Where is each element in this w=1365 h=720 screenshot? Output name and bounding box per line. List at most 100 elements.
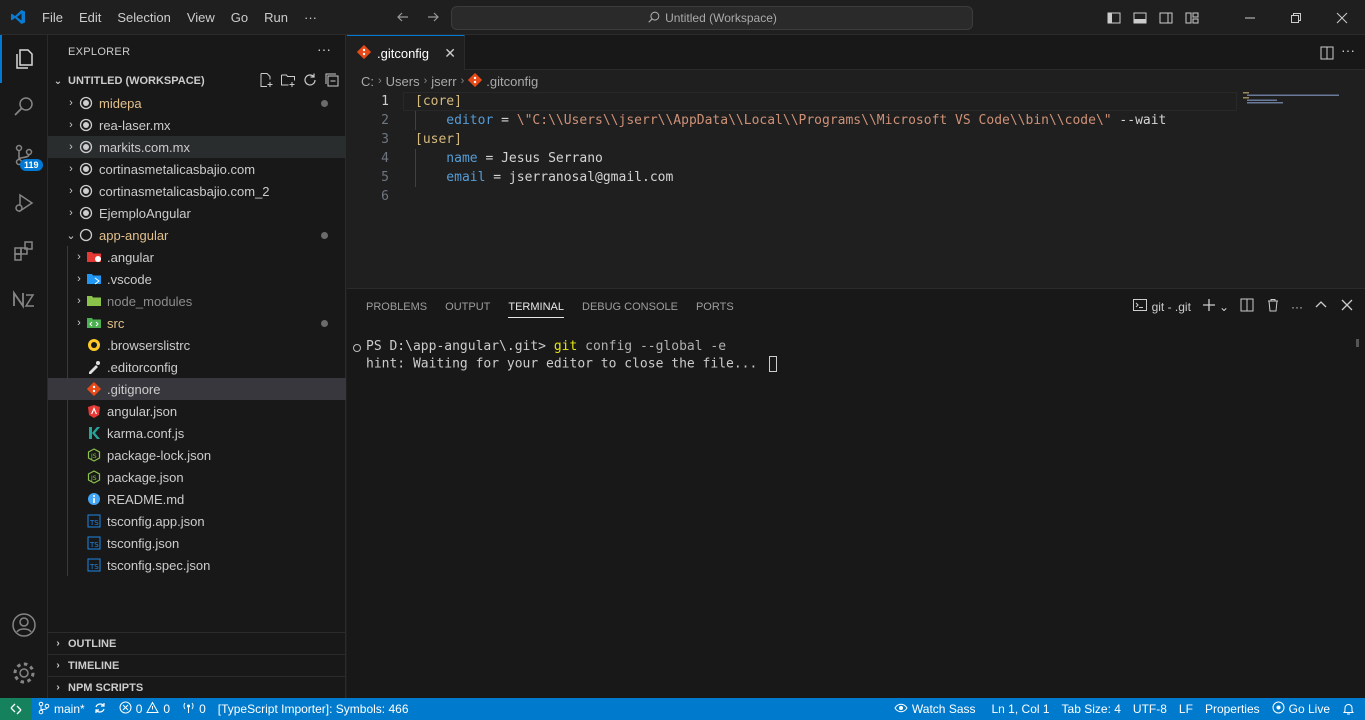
breadcrumb-item[interactable]: C:: [361, 74, 374, 89]
remote-indicator-icon[interactable]: [0, 698, 32, 720]
section-timeline[interactable]: › TIMELINE: [48, 654, 346, 676]
notifications-bell-icon[interactable]: [1336, 698, 1365, 720]
source-control-icon[interactable]: 119: [0, 131, 48, 179]
back-arrow-icon[interactable]: [395, 9, 411, 28]
menu-view[interactable]: View: [179, 10, 223, 25]
split-editor-icon[interactable]: [1319, 45, 1335, 64]
terminal-scrollbar[interactable]: [1356, 339, 1359, 347]
encoding[interactable]: UTF-8: [1127, 698, 1173, 720]
new-file-icon[interactable]: [258, 72, 274, 91]
close-tab-icon[interactable]: ✕: [444, 45, 456, 62]
code-line[interactable]: 3 [user]: [347, 130, 1365, 149]
workspace-header[interactable]: ⌄ UNTITLED (WORKSPACE): [48, 70, 346, 92]
workspace-root-icon: [78, 95, 94, 111]
tree-file-editorconfig[interactable]: .editorconfig: [48, 356, 346, 378]
close-window-icon[interactable]: [1319, 0, 1365, 35]
breadcrumb-item[interactable]: .gitconfig: [486, 74, 538, 89]
menu-file[interactable]: File: [34, 10, 71, 25]
go-live-button[interactable]: Go Live: [1266, 698, 1336, 720]
nx-console-icon[interactable]: [0, 275, 48, 323]
tab-debug-console[interactable]: DEBUG CONSOLE: [573, 289, 687, 324]
tree-folder-cortinas-2[interactable]: › cortinasmetalicasbajio.com_2: [48, 180, 346, 202]
extensions-icon[interactable]: [0, 227, 48, 275]
toggle-panel-icon[interactable]: [1127, 0, 1153, 35]
tree-folder-midepa[interactable]: › midepa: [48, 92, 346, 114]
search-view-icon[interactable]: [0, 83, 48, 131]
tab-size[interactable]: Tab Size: 4: [1056, 698, 1127, 720]
minimize-icon[interactable]: [1227, 0, 1273, 35]
tab-problems[interactable]: PROBLEMS: [357, 289, 436, 324]
run-debug-icon[interactable]: [0, 179, 48, 227]
editor-more-actions[interactable]: ···: [1341, 42, 1355, 58]
tree-file-gitignore[interactable]: .gitignore: [48, 378, 346, 400]
accounts-icon[interactable]: [0, 601, 48, 649]
explorer-more-actions[interactable]: ···: [317, 41, 331, 57]
new-terminal-icon[interactable]: [1201, 297, 1217, 316]
breadcrumb-item[interactable]: Users: [386, 74, 420, 89]
chevron-down-icon[interactable]: ⌄: [1219, 300, 1229, 314]
code-line[interactable]: 5 email = jserranosal@gmail.com: [347, 168, 1365, 187]
menu-selection[interactable]: Selection: [109, 10, 178, 25]
tree-folder-angular[interactable]: › .angular: [48, 246, 346, 268]
tree-file-tsconfig[interactable]: TS tsconfig.json: [48, 532, 346, 554]
code-line[interactable]: 1 [core]: [347, 92, 1365, 111]
language-mode[interactable]: Properties: [1199, 698, 1266, 720]
tab-output[interactable]: OUTPUT: [436, 289, 499, 324]
forward-arrow-icon[interactable]: [425, 9, 441, 28]
close-panel-icon[interactable]: [1339, 297, 1355, 316]
tree-file-readme[interactable]: README.md: [48, 488, 346, 510]
refresh-icon[interactable]: [302, 72, 318, 91]
tree-file-karma[interactable]: karma.conf.js: [48, 422, 346, 444]
code-line[interactable]: 6: [347, 187, 1365, 206]
code-line[interactable]: 4 name = Jesus Serrano: [347, 149, 1365, 168]
trash-icon[interactable]: [1265, 297, 1281, 316]
tree-file-package-json[interactable]: JS package.json: [48, 466, 346, 488]
tree-folder-cortinas[interactable]: › cortinasmetalicasbajio.com: [48, 158, 346, 180]
menu-go[interactable]: Go: [223, 10, 256, 25]
tree-file-tsconfig-spec[interactable]: TS tsconfig.spec.json: [48, 554, 346, 576]
explorer-icon[interactable]: [0, 35, 48, 83]
tree-folder-app-angular[interactable]: ⌄ app-angular: [48, 224, 346, 246]
section-outline[interactable]: › OUTLINE: [48, 632, 346, 654]
tab-ports[interactable]: PORTS: [687, 289, 743, 324]
tree-folder-src[interactable]: › src: [48, 312, 346, 334]
toggle-primary-sidebar-icon[interactable]: [1101, 0, 1127, 35]
menu-more[interactable]: ···: [296, 10, 325, 25]
tree-file-browserslistrc[interactable]: .browserslistrc: [48, 334, 346, 356]
settings-gear-icon[interactable]: [0, 649, 48, 697]
tree-folder-rea-laser[interactable]: › rea-laser.mx: [48, 114, 346, 136]
tab-gitconfig[interactable]: .gitconfig ✕: [347, 35, 465, 70]
customize-layout-icon[interactable]: [1179, 0, 1205, 35]
tree-file-angular-json[interactable]: angular.json: [48, 400, 346, 422]
tree-folder-node-modules[interactable]: › node_modules: [48, 290, 346, 312]
split-terminal-icon[interactable]: [1239, 297, 1255, 316]
watch-sass-button[interactable]: Watch Sass: [888, 698, 982, 720]
restore-icon[interactable]: [1273, 0, 1319, 35]
tree-folder-ejemploangular[interactable]: › EjemploAngular: [48, 202, 346, 224]
maximize-panel-icon[interactable]: [1313, 297, 1329, 316]
end-of-line[interactable]: LF: [1173, 698, 1199, 720]
menu-run[interactable]: Run: [256, 10, 296, 25]
section-npm-scripts[interactable]: › NPM SCRIPTS: [48, 676, 346, 698]
ts-importer-status[interactable]: [TypeScript Importer]: Symbols: 466: [212, 698, 415, 720]
tree-folder-vscode[interactable]: › .vscode: [48, 268, 346, 290]
ports-status[interactable]: 0: [176, 698, 212, 720]
panel-more-actions[interactable]: ···: [1291, 300, 1303, 314]
tree-file-tsconfig-app[interactable]: TS tsconfig.app.json: [48, 510, 346, 532]
command-center-search[interactable]: Untitled (Workspace): [451, 6, 973, 30]
branch-status[interactable]: main*: [32, 698, 113, 720]
code-line[interactable]: 2 editor = \"C:\\Users\\jserr\\AppData\\…: [347, 111, 1365, 130]
tree-folder-markits[interactable]: › markits.com.mx: [48, 136, 346, 158]
minimap[interactable]: [1243, 92, 1343, 104]
toggle-secondary-sidebar-icon[interactable]: [1153, 0, 1179, 35]
tab-terminal[interactable]: TERMINAL: [499, 289, 573, 324]
problems-status[interactable]: 0 0: [113, 698, 176, 720]
menu-edit[interactable]: Edit: [71, 10, 109, 25]
collapse-all-icon[interactable]: [324, 72, 340, 91]
workspace-root-icon: [78, 227, 94, 243]
terminal-selector[interactable]: git - .git: [1132, 297, 1191, 316]
new-folder-icon[interactable]: [280, 72, 296, 91]
tree-file-package-lock[interactable]: JS package-lock.json: [48, 444, 346, 466]
cursor-position[interactable]: Ln 1, Col 1: [986, 698, 1056, 720]
breadcrumb-item[interactable]: jserr: [431, 74, 456, 89]
